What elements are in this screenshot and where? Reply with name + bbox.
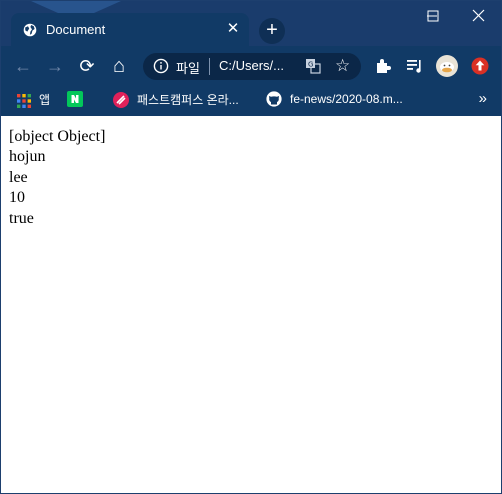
close-window-button[interactable] [456, 1, 502, 31]
extensions-puzzle-icon[interactable] [373, 56, 393, 76]
bookmarks-bar: 앱 패스트캠퍼스 온라... fe-news/2020-08.m... » [1, 86, 501, 116]
globe-icon [23, 23, 37, 37]
bookmark-fe-news[interactable]: fe-news/2020-08.m... [266, 91, 403, 111]
tab-close-icon[interactable]: ✕ [225, 21, 241, 37]
output-line: 10 [9, 189, 25, 206]
address-bar[interactable]: 파일 C:/Users/... G ☆ [143, 53, 361, 80]
fastcampus-icon [113, 92, 129, 108]
tab-document[interactable]: Document ✕ [11, 13, 249, 47]
page-content: [object Object] hojun lee 10 true [1, 116, 501, 493]
tab-title: Document [46, 22, 106, 37]
translate-icon[interactable]: G [305, 58, 321, 74]
bookmark-label: fe-news/2020-08.m... [290, 92, 403, 106]
update-arrow-icon[interactable] [470, 56, 490, 76]
bookmark-apps[interactable]: 앱 [17, 91, 50, 111]
svg-text:G: G [308, 61, 313, 69]
toolbar: ← → ⟳ ⌂ 파일 C:/Users/... G ☆ [1, 46, 501, 86]
back-button[interactable]: ← [11, 54, 35, 78]
forward-button[interactable]: → [43, 54, 67, 78]
output-line: [object Object] [9, 128, 106, 145]
apps-grid-icon [17, 94, 31, 108]
bookmark-star-icon[interactable]: ☆ [335, 56, 350, 76]
home-button[interactable]: ⌂ [107, 54, 131, 78]
bookmark-label: 패스트캠퍼스 온라... [137, 93, 239, 107]
output-line: hojun [9, 148, 46, 165]
bookmark-label: 앱 [39, 93, 51, 107]
output-line: lee [9, 169, 28, 186]
scheme-label: 파일 [176, 61, 200, 76]
bookmark-fastcampus[interactable]: 패스트캠퍼스 온라... [113, 91, 239, 111]
output-line: true [9, 210, 34, 227]
reload-button[interactable]: ⟳ [75, 54, 99, 78]
browser-window: Document ✕ + ← → ⟳ ⌂ 파일 C:/Users/... G ☆… [0, 0, 502, 494]
github-icon [266, 91, 282, 107]
new-tab-button[interactable]: + [259, 18, 285, 44]
info-icon[interactable] [153, 58, 169, 74]
url-text[interactable]: C:/Users/... [219, 58, 284, 73]
profile-avatar-icon[interactable] [435, 54, 459, 78]
maximize-button[interactable] [410, 1, 456, 31]
separator [209, 58, 210, 75]
media-control-icon[interactable] [405, 56, 425, 76]
title-bar: Document ✕ + [1, 1, 502, 47]
frame-decoration [31, 1, 121, 13]
bookmarks-overflow-button[interactable]: » [479, 90, 487, 107]
bookmark-naver[interactable] [67, 91, 91, 111]
naver-icon [67, 91, 83, 107]
